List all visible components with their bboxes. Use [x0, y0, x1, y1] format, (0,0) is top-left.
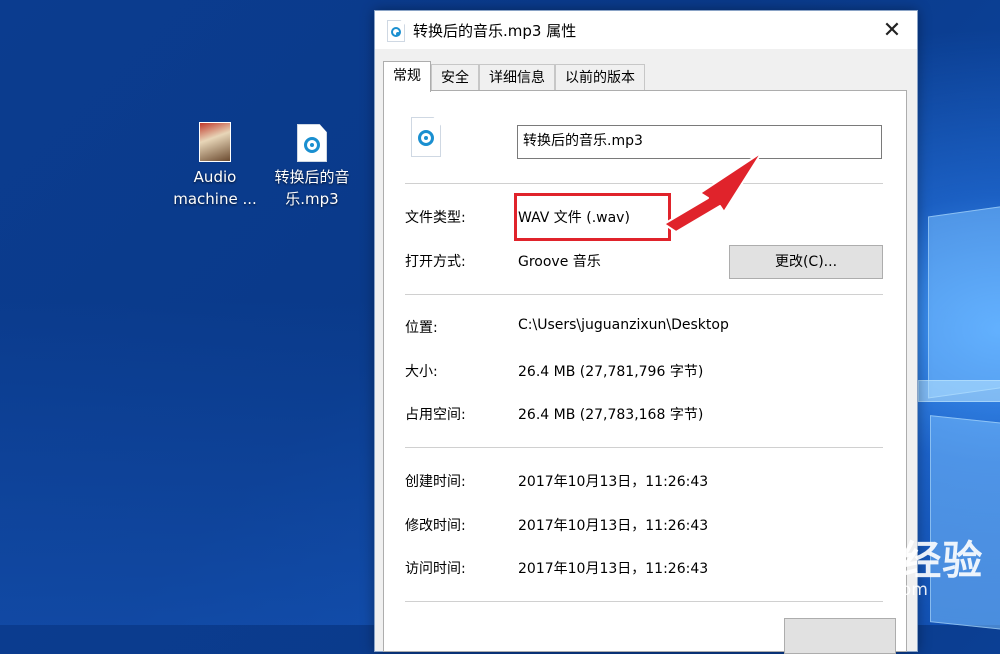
modified-label: 修改时间:: [405, 518, 466, 534]
tab-previous-versions[interactable]: 以前的版本: [555, 64, 645, 92]
location-value: C:\Users\juguanzixun\Desktop: [518, 317, 729, 333]
size-label: 大小:: [405, 364, 438, 380]
size-value: 26.4 MB (27,781,796 字节): [518, 364, 704, 380]
tab-security[interactable]: 安全: [431, 64, 479, 92]
windows-logo-pane: [918, 380, 1000, 402]
desktop-icon-mp3-file[interactable]: 转换后的音 乐.mp3: [267, 124, 357, 210]
divider: [405, 183, 883, 184]
file-name-input[interactable]: 转换后的音乐.mp3: [517, 125, 882, 159]
change-button[interactable]: 更改(C)...: [729, 245, 883, 279]
open-with-value: Groove 音乐: [518, 254, 601, 270]
tab-bar: 常规 安全 详细信息 以前的版本: [383, 61, 645, 92]
modified-value: 2017年10月13日，11:26:43: [518, 518, 709, 534]
music-file-icon: [387, 20, 405, 42]
watermark-logo: Baidu经验: [768, 538, 984, 584]
desktop-icon-label: 转换后的音 乐.mp3: [274, 168, 350, 208]
created-value: 2017年10月13日，11:26:43: [518, 474, 709, 490]
windows-logo-pane: [928, 203, 1000, 399]
open-with-label: 打开方式:: [405, 254, 466, 270]
watermark-url: jingyan.baidu.com: [771, 580, 928, 600]
tab-details[interactable]: 详细信息: [479, 64, 555, 92]
disk-size-label: 占用空间:: [405, 407, 466, 423]
location-label: 位置:: [405, 320, 438, 336]
music-file-icon: [297, 124, 327, 162]
attributes-button[interactable]: [784, 618, 896, 654]
album-art-icon: [199, 122, 231, 162]
accessed-value: 2017年10月13日，11:26:43: [518, 561, 709, 577]
close-button[interactable]: ✕: [877, 15, 907, 45]
watermark: Baidu经验 jingyan.baidu.com: [768, 520, 998, 610]
divider: [405, 294, 883, 295]
music-file-icon: [411, 117, 441, 157]
highlight-box: [514, 193, 671, 241]
divider: [405, 447, 883, 448]
desktop-icon-audio-machine[interactable]: Audio machine ...: [170, 122, 260, 210]
created-label: 创建时间:: [405, 474, 466, 490]
title-bar[interactable]: 转换后的音乐.mp3 属性 ✕: [375, 11, 917, 49]
desktop-icon-label: Audio machine ...: [173, 168, 257, 208]
file-type-label: 文件类型:: [405, 210, 466, 226]
tab-general[interactable]: 常规: [383, 61, 431, 92]
accessed-label: 访问时间:: [405, 561, 466, 577]
disk-size-value: 26.4 MB (27,783,168 字节): [518, 407, 704, 423]
close-icon: ✕: [882, 17, 902, 43]
dialog-title: 转换后的音乐.mp3 属性: [413, 22, 577, 40]
